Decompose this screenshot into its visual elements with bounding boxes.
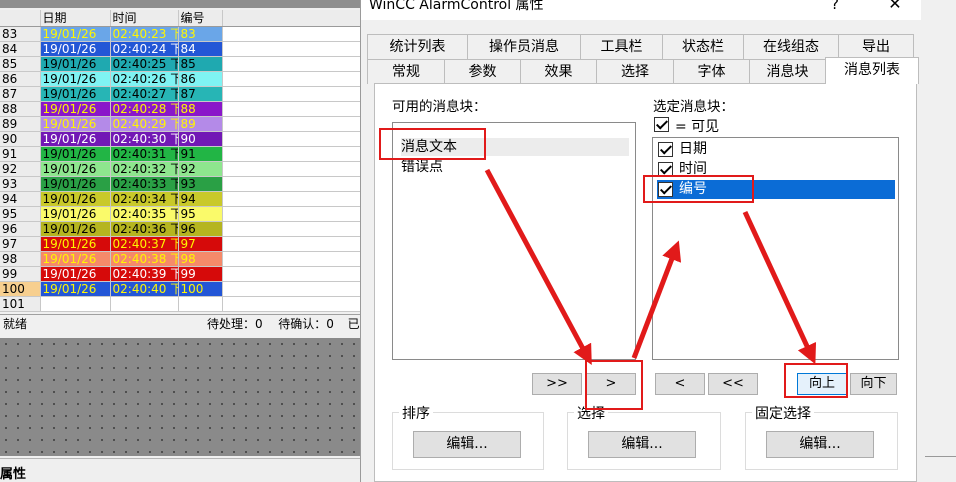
- arrow-to-add-button: [484, 168, 592, 366]
- arrow-to-up-button: [742, 210, 817, 365]
- arrow-to-selected-list: [631, 240, 682, 359]
- annotation-arrows: [484, 168, 817, 366]
